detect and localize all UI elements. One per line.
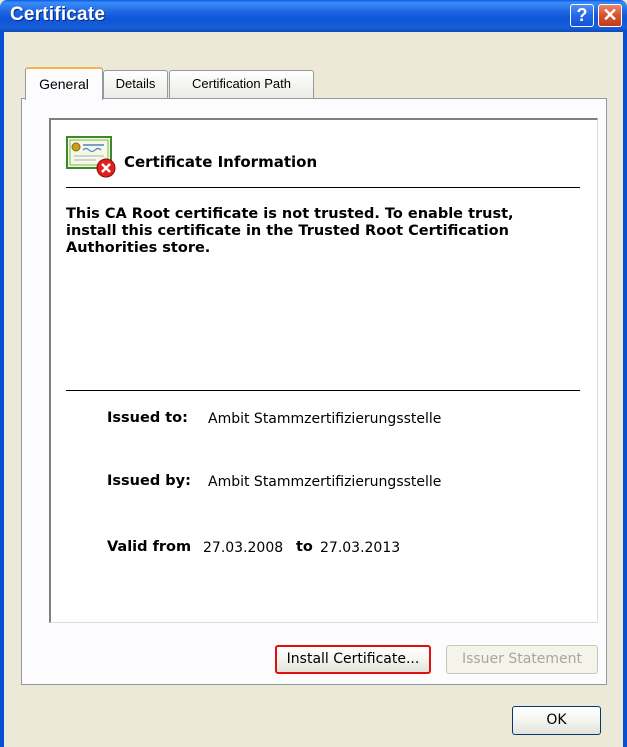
window-title: Certificate [10,4,106,25]
close-icon: ✕ [602,5,618,25]
close-button[interactable]: ✕ [598,4,622,27]
certificate-dialog: Certificate ? ✕ General Details Certific… [0,0,627,747]
issuer-statement-button[interactable]: Issuer Statement [446,645,598,674]
help-button[interactable]: ? [570,4,594,27]
valid-to-label: to [296,539,313,555]
issued-by-label: Issued by: [107,473,191,489]
install-certificate-button[interactable]: Install Certificate... [275,645,431,674]
issued-to-value: Ambit Stammzertifizierungsstelle [208,411,442,427]
issued-by-value: Ambit Stammzertifizierungsstelle [208,474,442,490]
tab-certification-path[interactable]: Certification Path [169,70,314,98]
issued-to-label: Issued to: [107,410,188,426]
window-border-right [623,32,627,747]
certificate-info-heading: Certificate Information [124,153,318,171]
certificate-icon [66,136,116,178]
tab-details[interactable]: Details [103,70,168,98]
valid-from-label: Valid from [107,539,192,555]
divider-bottom [66,390,580,391]
tab-general[interactable]: General [25,67,103,100]
ok-button[interactable]: OK [512,706,601,735]
help-icon: ? [576,5,588,25]
window-border-left [0,32,4,747]
valid-from-value: 27.03.2008 [203,540,284,556]
divider-top [66,187,580,188]
title-bar[interactable]: Certificate ? ✕ [0,0,627,32]
error-x-icon [96,158,116,178]
valid-to-value: 27.03.2013 [320,540,401,556]
trust-warning-message: This CA Root certificate is not trusted.… [66,206,514,256]
